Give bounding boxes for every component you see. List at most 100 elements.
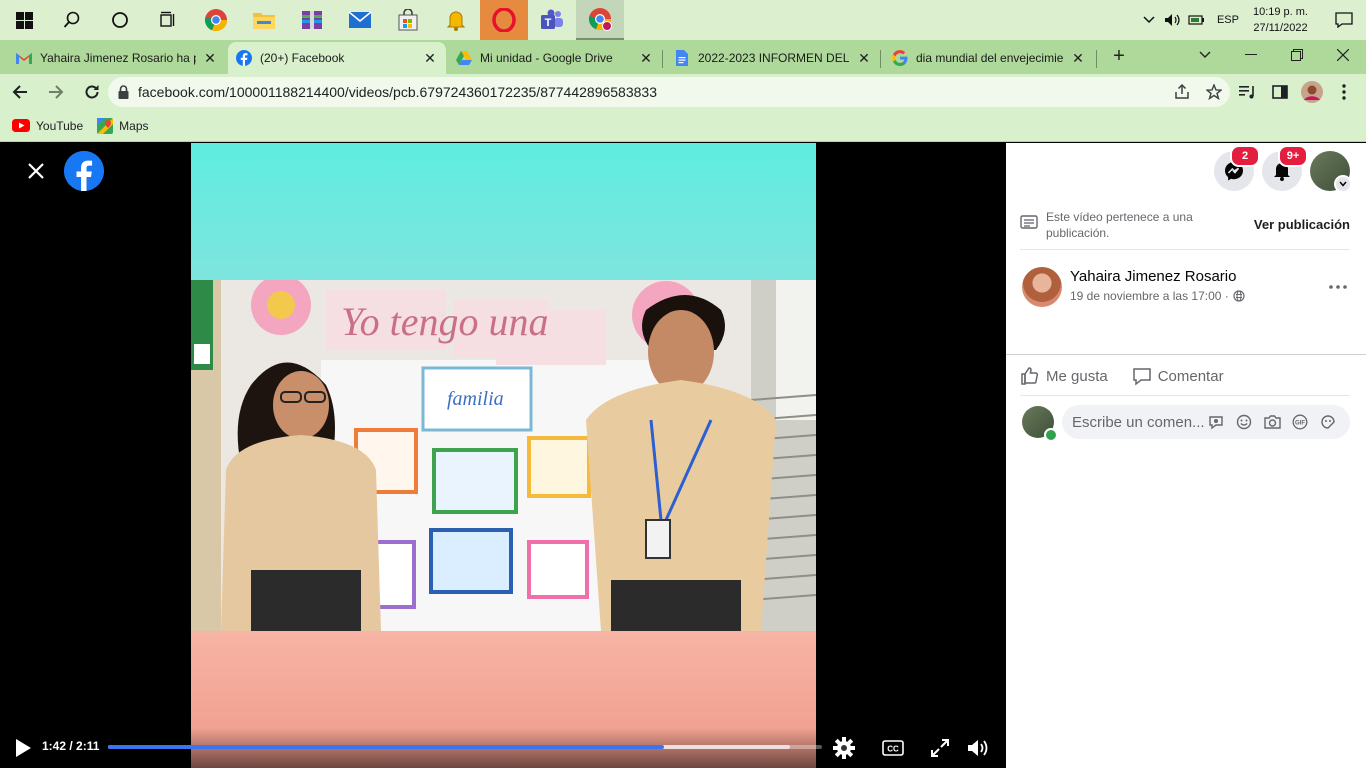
- minimize-button[interactable]: [1228, 40, 1274, 70]
- video-frame[interactable]: Yo tengo una familia: [191, 143, 816, 768]
- notification-center-icon: [1335, 12, 1353, 28]
- more-options-button[interactable]: [1324, 273, 1352, 301]
- progress-played: [108, 745, 665, 749]
- tab-title: Mi unidad - Google Drive: [480, 51, 613, 65]
- settings-button[interactable]: [832, 736, 856, 760]
- tray-clock[interactable]: 10:19 p. m. 27/11/2022: [1249, 4, 1322, 36]
- sticker-icon[interactable]: [1314, 414, 1342, 430]
- tray-volume[interactable]: [1161, 0, 1185, 40]
- task-view-icon: [160, 11, 175, 27]
- like-button[interactable]: Me gusta: [1020, 366, 1108, 386]
- back-button[interactable]: [4, 76, 36, 108]
- close-icon[interactable]: ✕: [1070, 50, 1086, 66]
- post-origin-text: Este vídeo pertenece a una publicación.: [1046, 210, 1193, 240]
- fullscreen-button[interactable]: [928, 736, 952, 760]
- tray-battery[interactable]: [1185, 0, 1209, 40]
- post-author[interactable]: Yahaira Jimenez Rosario: [1070, 268, 1236, 285]
- address-bar[interactable]: facebook.com/100001188214400/videos/pcb.…: [108, 77, 1230, 107]
- cortana-icon: [112, 12, 128, 28]
- camera-icon[interactable]: [1258, 415, 1286, 429]
- taskbar-opera[interactable]: [480, 0, 528, 40]
- profile-avatar[interactable]: [1296, 76, 1328, 108]
- notifications-button[interactable]: 9+: [1262, 145, 1308, 191]
- post-date-text: 19 de noviembre a las 17:00 ·: [1070, 289, 1229, 303]
- close-icon[interactable]: ✕: [202, 50, 218, 66]
- close-icon[interactable]: ✕: [422, 50, 438, 66]
- menu-icon[interactable]: [1328, 76, 1360, 108]
- restore-button[interactable]: [1274, 40, 1320, 70]
- taskbar-chrome[interactable]: [192, 0, 240, 40]
- tray-language[interactable]: ESP: [1209, 14, 1249, 26]
- facebook-logo-button[interactable]: [64, 151, 104, 191]
- speaker-icon: [1164, 14, 1180, 26]
- online-indicator: [1044, 428, 1058, 442]
- taskbar-teams[interactable]: T: [528, 0, 576, 40]
- tray-overflow[interactable]: [1137, 0, 1161, 40]
- divider: [1006, 354, 1366, 355]
- tab-google-drive[interactable]: Mi unidad - Google Drive ✕: [448, 42, 662, 74]
- forward-button[interactable]: [40, 76, 72, 108]
- mail-icon: [348, 11, 372, 28]
- bookmark-youtube[interactable]: YouTube: [12, 119, 83, 133]
- close-icon[interactable]: ✕: [638, 50, 654, 66]
- progress-bar[interactable]: [108, 745, 822, 749]
- time-display: 1:42 / 2:11: [42, 739, 100, 753]
- comment-button[interactable]: Comentar: [1132, 366, 1224, 386]
- bookmark-star-icon[interactable]: [1198, 84, 1230, 100]
- emoji-icon[interactable]: [1230, 414, 1258, 430]
- clock-date: 27/11/2022: [1253, 22, 1308, 34]
- reload-button[interactable]: [76, 76, 108, 108]
- arrow-left-icon: [12, 85, 27, 99]
- gif-icon[interactable]: GIF: [1286, 414, 1314, 430]
- divider: [1020, 395, 1350, 396]
- author-avatar[interactable]: [1022, 267, 1062, 307]
- account-avatar[interactable]: [1310, 151, 1352, 193]
- taskbar-winrar[interactable]: [288, 0, 336, 40]
- tab-google-docs[interactable]: 2022-2023 INFORMEN DEL I ✕: [666, 42, 880, 74]
- url-text[interactable]: facebook.com/100001188214400/videos/pcb.…: [138, 84, 1166, 100]
- lock-icon[interactable]: [108, 85, 138, 99]
- post-date[interactable]: 19 de noviembre a las 17:00 ·: [1070, 289, 1245, 303]
- side-panel-icon[interactable]: [1264, 76, 1296, 108]
- close-icon[interactable]: ✕: [856, 50, 872, 66]
- view-post-link[interactable]: Ver publicación: [1254, 217, 1350, 232]
- taskbar-store[interactable]: [384, 0, 432, 40]
- gmail-icon: [16, 50, 32, 66]
- taskbar-mail[interactable]: [336, 0, 384, 40]
- bookmark-maps[interactable]: Maps: [97, 117, 149, 134]
- search-button[interactable]: [48, 0, 96, 40]
- action-center-button[interactable]: [1322, 0, 1366, 40]
- video-scene-illustration: Yo tengo una familia: [191, 280, 816, 631]
- top-nav-icons: 2 9+: [1206, 145, 1352, 193]
- cortana-button[interactable]: [96, 0, 144, 40]
- maps-icon: [97, 117, 114, 134]
- comment-placeholder[interactable]: Escribe un comen...: [1072, 414, 1212, 431]
- close-window-button[interactable]: [1320, 40, 1366, 70]
- comment-input[interactable]: Escribe un comen... GIF: [1062, 405, 1350, 439]
- post-note-icon: [1020, 215, 1040, 234]
- play-button[interactable]: [14, 738, 32, 758]
- browser-tab-strip: Yahaira Jimenez Rosario ha p ✕ (20+) Fac…: [0, 40, 1366, 74]
- tab-gmail[interactable]: Yahaira Jimenez Rosario ha p ✕: [8, 42, 226, 74]
- ellipsis-icon: [1329, 285, 1347, 289]
- like-label: Me gusta: [1046, 367, 1108, 385]
- opera-icon: [492, 8, 516, 32]
- taskbar-bell-app[interactable]: [432, 0, 480, 40]
- tab-search-button[interactable]: [1182, 40, 1228, 70]
- tab-google-search[interactable]: dia mundial del envejecimien ✕: [884, 42, 1094, 74]
- taskbar-chrome-profile[interactable]: [576, 0, 624, 40]
- media-control-icon[interactable]: [1232, 76, 1264, 108]
- thumbs-up-icon: [1021, 367, 1039, 385]
- avatar-sticker-icon[interactable]: [1202, 414, 1230, 430]
- start-button[interactable]: [0, 0, 48, 40]
- system-tray: ESP 10:19 p. m. 27/11/2022: [1137, 0, 1366, 40]
- task-view-button[interactable]: [144, 0, 192, 40]
- new-tab-button[interactable]: +: [1108, 46, 1130, 68]
- captions-button[interactable]: CC: [880, 736, 906, 760]
- volume-button[interactable]: [966, 736, 990, 760]
- messenger-button[interactable]: 2: [1214, 145, 1260, 191]
- share-icon[interactable]: [1166, 84, 1198, 100]
- tab-facebook[interactable]: (20+) Facebook ✕: [228, 42, 446, 74]
- close-viewer-button[interactable]: [22, 157, 50, 185]
- taskbar-file-explorer[interactable]: [240, 0, 288, 40]
